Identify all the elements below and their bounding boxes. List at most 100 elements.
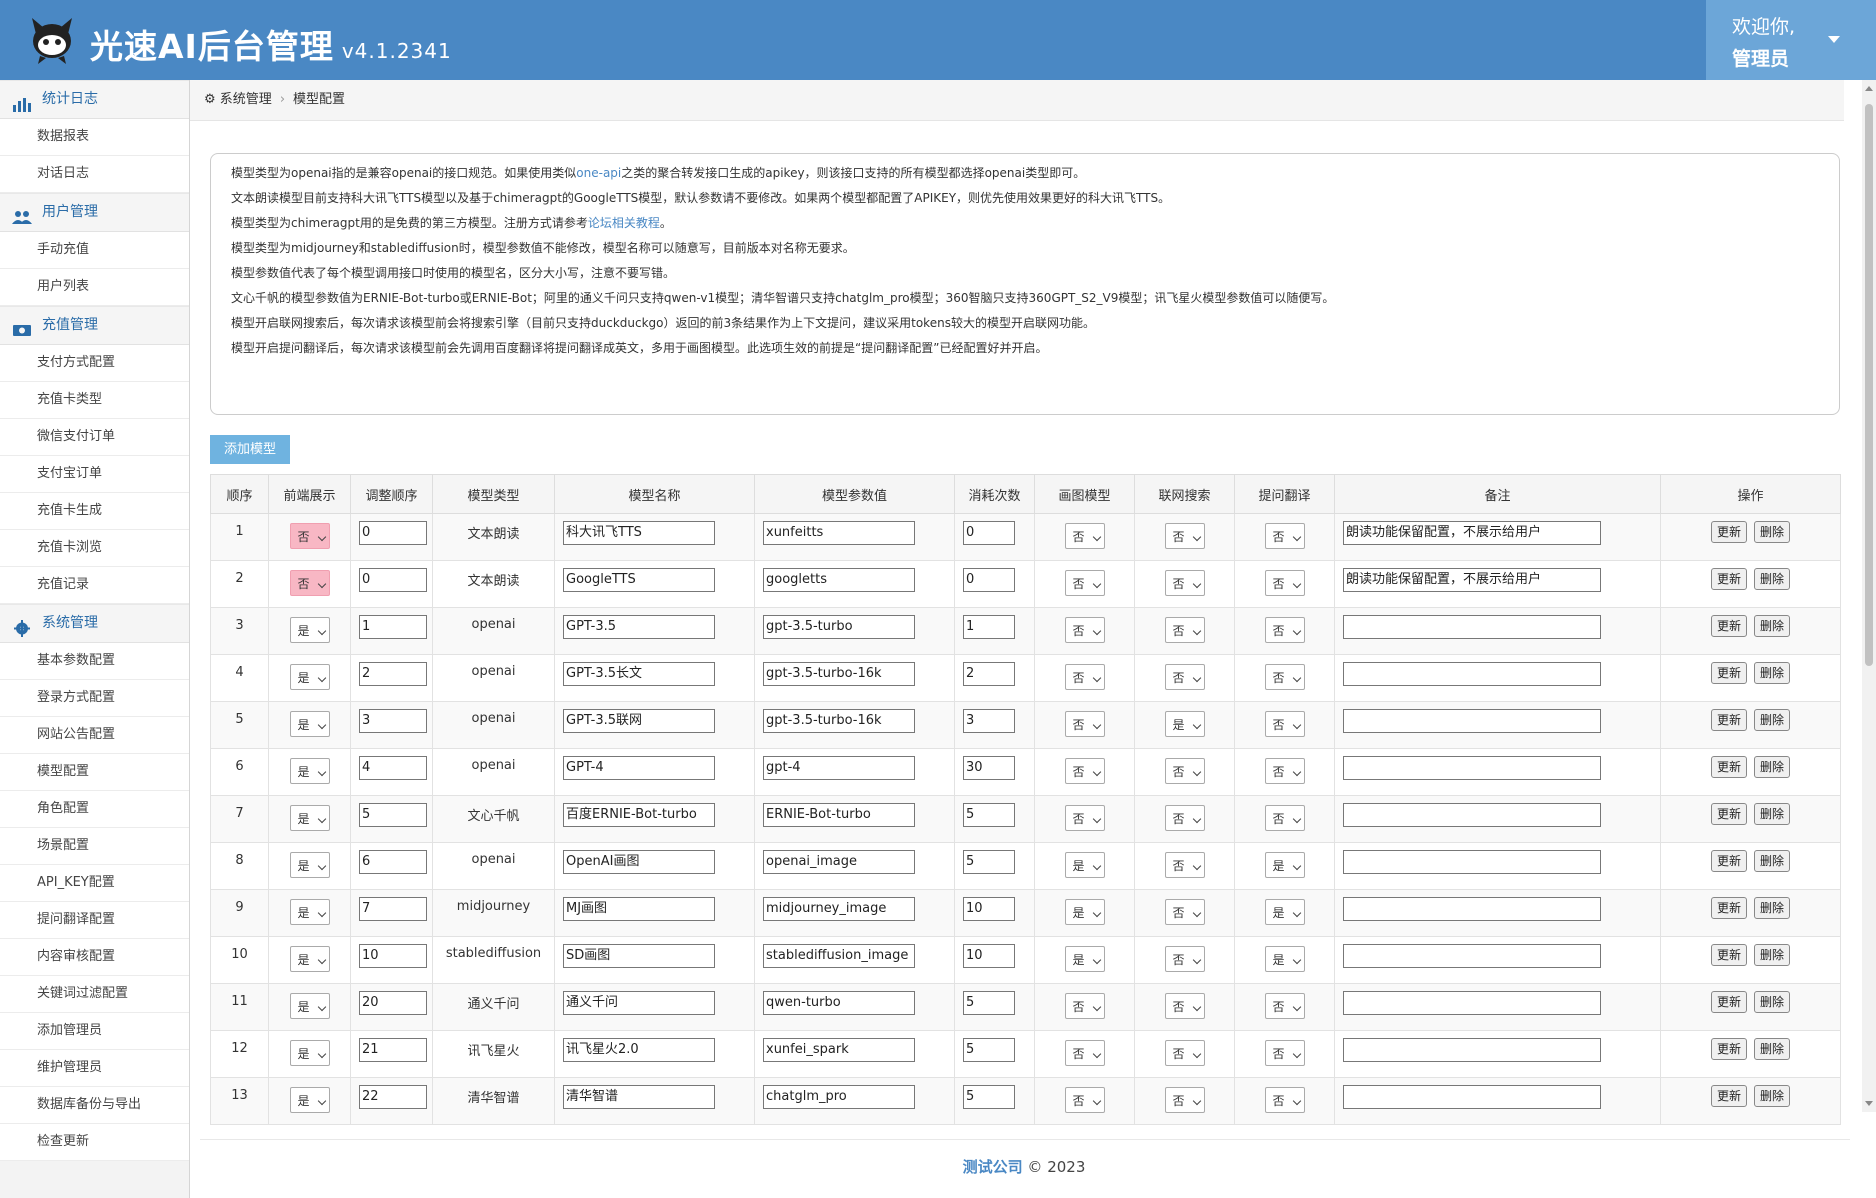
yes-no-select[interactable]: 否 xyxy=(1064,711,1105,737)
yes-no-select[interactable]: 否 xyxy=(1164,758,1205,784)
model-param-input[interactable]: gpt-3.5-turbo-16k xyxy=(763,709,915,733)
sidebar-group-0[interactable]: 统计日志 xyxy=(0,80,189,119)
sidebar-item[interactable]: 用户列表 xyxy=(0,269,189,306)
sidebar-item[interactable]: API_KEY配置 xyxy=(0,865,189,902)
note-input[interactable] xyxy=(1343,756,1601,780)
yes-no-select[interactable]: 否 xyxy=(1164,1087,1205,1113)
yes-no-select[interactable]: 否 xyxy=(289,570,330,596)
note-input[interactable] xyxy=(1343,1038,1601,1062)
yes-no-select[interactable]: 是 xyxy=(289,758,330,784)
yes-no-select[interactable]: 是 xyxy=(289,899,330,925)
yes-no-select[interactable]: 否 xyxy=(1264,1087,1305,1113)
sidebar-item[interactable]: 微信支付订单 xyxy=(0,419,189,456)
note-input[interactable] xyxy=(1343,944,1601,968)
yes-no-select[interactable]: 否 xyxy=(1264,617,1305,643)
delete-button[interactable]: 删除 xyxy=(1754,850,1791,872)
model-param-input[interactable]: stablediffusion_image xyxy=(763,944,915,968)
model-param-input[interactable]: ERNIE-Bot-turbo xyxy=(763,803,915,827)
sidebar-item[interactable]: 模型配置 xyxy=(0,754,189,791)
sidebar-item[interactable]: 登录方式配置 xyxy=(0,680,189,717)
note-input[interactable] xyxy=(1343,1085,1601,1109)
yes-no-select[interactable]: 否 xyxy=(1164,946,1205,972)
model-name-input[interactable]: GPT-3.5 xyxy=(563,615,715,639)
yes-no-select[interactable]: 是 xyxy=(1064,852,1105,878)
update-button[interactable]: 更新 xyxy=(1710,521,1747,543)
yes-no-select[interactable]: 否 xyxy=(1164,805,1205,831)
sidebar-item[interactable]: 充值卡类型 xyxy=(0,382,189,419)
yes-no-select[interactable]: 否 xyxy=(1064,993,1105,1019)
model-name-input[interactable]: OpenAI画图 xyxy=(563,850,715,874)
delete-button[interactable]: 删除 xyxy=(1754,991,1791,1013)
model-name-input[interactable]: GPT-3.5联网 xyxy=(563,709,715,733)
scroll-down-icon[interactable] xyxy=(1865,1101,1873,1106)
sidebar-item[interactable]: 支付宝订单 xyxy=(0,456,189,493)
update-button[interactable]: 更新 xyxy=(1710,756,1747,778)
yes-no-select[interactable]: 否 xyxy=(1164,570,1205,596)
yes-no-select[interactable]: 否 xyxy=(1064,1087,1105,1113)
model-param-input[interactable]: xunfei_spark xyxy=(763,1038,915,1062)
yes-no-select[interactable]: 否 xyxy=(1264,805,1305,831)
cost-input[interactable]: 1 xyxy=(963,615,1015,639)
cost-input[interactable]: 3 xyxy=(963,709,1015,733)
model-name-input[interactable]: GPT-4 xyxy=(563,756,715,780)
model-param-input[interactable]: gpt-4 xyxy=(763,756,915,780)
cost-input[interactable]: 2 xyxy=(963,662,1015,686)
sidebar-item[interactable]: 提问翻译配置 xyxy=(0,902,189,939)
note-input[interactable] xyxy=(1343,662,1601,686)
sidebar-group-3[interactable]: 系统管理 xyxy=(0,604,189,643)
update-button[interactable]: 更新 xyxy=(1710,615,1747,637)
delete-button[interactable]: 删除 xyxy=(1754,897,1791,919)
note-input[interactable] xyxy=(1343,803,1601,827)
delete-button[interactable]: 删除 xyxy=(1754,1038,1791,1060)
delete-button[interactable]: 删除 xyxy=(1754,615,1791,637)
yes-no-select[interactable]: 否 xyxy=(1164,1040,1205,1066)
yes-no-select[interactable]: 否 xyxy=(1264,664,1305,690)
yes-no-select[interactable]: 否 xyxy=(1264,993,1305,1019)
delete-button[interactable]: 删除 xyxy=(1754,521,1791,543)
cost-input[interactable]: 0 xyxy=(963,568,1015,592)
sidebar-item[interactable]: 充值记录 xyxy=(0,567,189,604)
cost-input[interactable]: 10 xyxy=(963,944,1015,968)
update-button[interactable]: 更新 xyxy=(1710,991,1747,1013)
note-input[interactable]: 朗读功能保留配置，不展示给用户 xyxy=(1343,568,1601,592)
cost-input[interactable]: 5 xyxy=(963,1038,1015,1062)
sidebar-item[interactable]: 手动充值 xyxy=(0,232,189,269)
yes-no-select[interactable]: 否 xyxy=(1064,664,1105,690)
update-button[interactable]: 更新 xyxy=(1710,897,1747,919)
delete-button[interactable]: 删除 xyxy=(1754,944,1791,966)
order-input[interactable]: 2 xyxy=(359,662,427,686)
order-input[interactable]: 6 xyxy=(359,850,427,874)
yes-no-select[interactable]: 否 xyxy=(289,523,330,549)
breadcrumb-root[interactable]: 系统管理 xyxy=(220,92,272,107)
sidebar-item[interactable]: 场景配置 xyxy=(0,828,189,865)
cost-input[interactable]: 5 xyxy=(963,991,1015,1015)
model-name-input[interactable]: SD画图 xyxy=(563,944,715,968)
model-name-input[interactable]: 科大讯飞TTS xyxy=(563,521,715,545)
model-name-input[interactable]: 讯飞星火2.0 xyxy=(563,1038,715,1062)
yes-no-select[interactable]: 是 xyxy=(289,805,330,831)
yes-no-select[interactable]: 是 xyxy=(1264,852,1305,878)
note-input[interactable]: 朗读功能保留配置，不展示给用户 xyxy=(1343,521,1601,545)
note-input[interactable] xyxy=(1343,709,1601,733)
sidebar-item[interactable]: 对话日志 xyxy=(0,156,189,193)
yes-no-select[interactable]: 是 xyxy=(289,664,330,690)
sidebar-item[interactable]: 维护管理员 xyxy=(0,1050,189,1087)
yes-no-select[interactable]: 否 xyxy=(1164,664,1205,690)
company-link[interactable]: 测试公司 xyxy=(963,1158,1023,1176)
model-name-input[interactable]: 通义千问 xyxy=(563,991,715,1015)
scroll-thumb[interactable] xyxy=(1865,104,1873,666)
yes-no-select[interactable]: 否 xyxy=(1064,805,1105,831)
sidebar-item[interactable]: 网站公告配置 xyxy=(0,717,189,754)
model-name-input[interactable]: MJ画图 xyxy=(563,897,715,921)
update-button[interactable]: 更新 xyxy=(1710,803,1747,825)
sidebar-item[interactable]: 检查更新 xyxy=(0,1124,189,1161)
update-button[interactable]: 更新 xyxy=(1710,1038,1747,1060)
model-param-input[interactable]: midjourney_image xyxy=(763,897,915,921)
yes-no-select[interactable]: 是 xyxy=(289,711,330,737)
order-input[interactable]: 21 xyxy=(359,1038,427,1062)
cost-input[interactable]: 5 xyxy=(963,1085,1015,1109)
model-name-input[interactable]: GPT-3.5长文 xyxy=(563,662,715,686)
order-input[interactable]: 3 xyxy=(359,709,427,733)
yes-no-select[interactable]: 否 xyxy=(1264,570,1305,596)
note-input[interactable] xyxy=(1343,991,1601,1015)
